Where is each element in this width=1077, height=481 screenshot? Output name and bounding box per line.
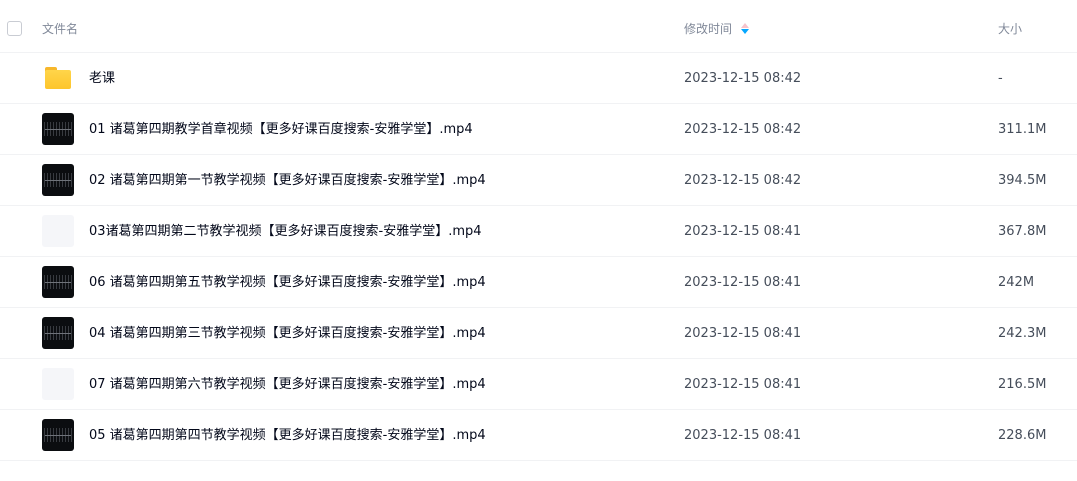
file-size: 242.3M: [998, 326, 1047, 341]
folder-icon: [42, 62, 74, 94]
video-thumbnail-icon: [42, 419, 74, 451]
sort-icon[interactable]: [741, 23, 750, 35]
file-name[interactable]: 06 诸葛第四期第五节教学视频【更多好课百度搜索-安雅学堂】.mp4: [89, 275, 486, 291]
file-row[interactable]: 老课 2023-12-15 08:42 -: [0, 53, 1077, 104]
video-thumbnail-icon: [42, 266, 74, 298]
file-name[interactable]: 03诸葛第四期第二节教学视频【更多好课百度搜索-安雅学堂】.mp4: [89, 224, 482, 240]
file-size: 311.1M: [998, 122, 1047, 137]
column-header-time-label: 修改时间: [684, 22, 733, 36]
list-header: 文件名 修改时间 大小: [0, 0, 1077, 53]
video-thumbnail-placeholder-icon: [42, 368, 74, 400]
file-name[interactable]: 02 诸葛第四期第一节教学视频【更多好课百度搜索-安雅学堂】.mp4: [89, 173, 486, 189]
file-row[interactable]: 02 诸葛第四期第一节教学视频【更多好课百度搜索-安雅学堂】.mp4 2023-…: [0, 155, 1077, 206]
file-row[interactable]: 06 诸葛第四期第五节教学视频【更多好课百度搜索-安雅学堂】.mp4 2023-…: [0, 257, 1077, 308]
file-row[interactable]: 05 诸葛第四期第四节教学视频【更多好课百度搜索-安雅学堂】.mp4 2023-…: [0, 410, 1077, 461]
video-thumbnail-icon: [42, 317, 74, 349]
file-name[interactable]: 07 诸葛第四期第六节教学视频【更多好课百度搜索-安雅学堂】.mp4: [89, 377, 486, 393]
file-modified-time: 2023-12-15 08:42: [684, 122, 802, 137]
file-name[interactable]: 老课: [89, 71, 115, 87]
file-size: 242M: [998, 275, 1035, 290]
file-modified-time: 2023-12-15 08:42: [684, 71, 802, 86]
file-modified-time: 2023-12-15 08:42: [684, 173, 802, 188]
file-rows: 老课 2023-12-15 08:42 - 01 诸葛第四期教学首章视频【更多好…: [0, 53, 1077, 461]
column-header-size[interactable]: 大小: [998, 21, 1022, 37]
file-row[interactable]: 03诸葛第四期第二节教学视频【更多好课百度搜索-安雅学堂】.mp4 2023-1…: [0, 206, 1077, 257]
file-size: 394.5M: [998, 173, 1047, 188]
file-name[interactable]: 01 诸葛第四期教学首章视频【更多好课百度搜索-安雅学堂】.mp4: [89, 122, 473, 138]
select-all-checkbox[interactable]: [7, 21, 22, 36]
file-row[interactable]: 04 诸葛第四期第三节教学视频【更多好课百度搜索-安雅学堂】.mp4 2023-…: [0, 308, 1077, 359]
file-size: -: [998, 71, 1003, 86]
column-header-time[interactable]: 修改时间: [684, 21, 750, 37]
file-row[interactable]: 07 诸葛第四期第六节教学视频【更多好课百度搜索-安雅学堂】.mp4 2023-…: [0, 359, 1077, 410]
video-thumbnail-icon: [42, 164, 74, 196]
file-modified-time: 2023-12-15 08:41: [684, 224, 802, 239]
file-row[interactable]: 01 诸葛第四期教学首章视频【更多好课百度搜索-安雅学堂】.mp4 2023-1…: [0, 104, 1077, 155]
file-size: 228.6M: [998, 428, 1047, 443]
video-thumbnail-placeholder-icon: [42, 215, 74, 247]
file-modified-time: 2023-12-15 08:41: [684, 377, 802, 392]
file-modified-time: 2023-12-15 08:41: [684, 326, 802, 341]
file-name[interactable]: 04 诸葛第四期第三节教学视频【更多好课百度搜索-安雅学堂】.mp4: [89, 326, 486, 342]
file-modified-time: 2023-12-15 08:41: [684, 275, 802, 290]
file-name[interactable]: 05 诸葛第四期第四节教学视频【更多好课百度搜索-安雅学堂】.mp4: [89, 428, 486, 444]
column-header-name[interactable]: 文件名: [42, 21, 78, 37]
file-size: 367.8M: [998, 224, 1047, 239]
file-modified-time: 2023-12-15 08:41: [684, 428, 802, 443]
file-size: 216.5M: [998, 377, 1047, 392]
video-thumbnail-icon: [42, 113, 74, 145]
file-list: 文件名 修改时间 大小 老课 2023-12-15 08:42 - 01 诸葛第…: [0, 0, 1077, 461]
